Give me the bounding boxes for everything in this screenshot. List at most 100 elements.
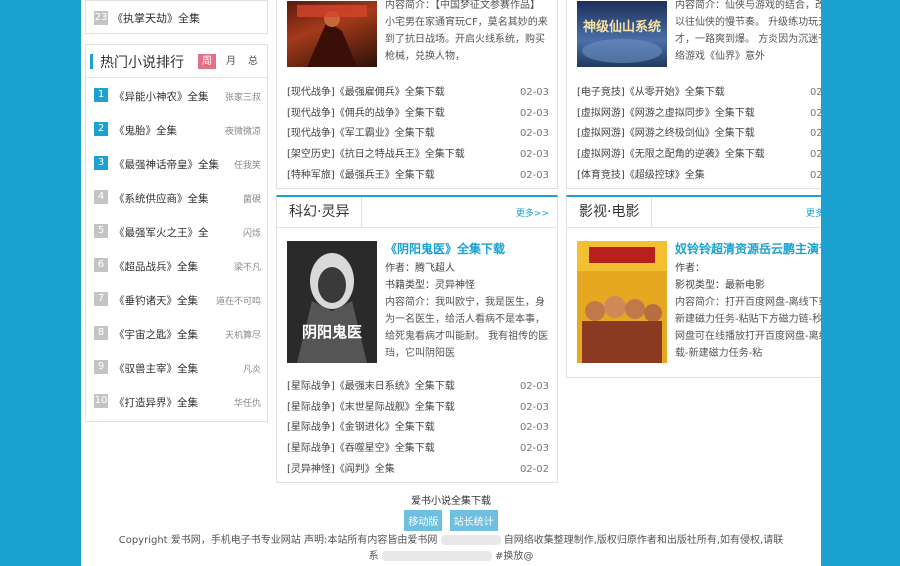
list-item-title[interactable]: [虚拟网游]《无限之配角的逆袭》全集下载 xyxy=(577,149,765,160)
book-cover-game[interactable]: 神级仙山系统 xyxy=(577,1,667,67)
rank-number: 9 xyxy=(94,360,108,374)
tab-scifi[interactable]: 科幻·灵异 xyxy=(277,197,363,227)
rank-title[interactable]: 《宇宙之匙》全集 xyxy=(114,327,198,342)
ranking-item[interactable]: 10 《打造异界》全集 华任仇 xyxy=(86,391,267,413)
footer-copyright: Copyright 爱书网，手机电子书专业网站 声明:本站所有内容皆由爱书网 自… xyxy=(81,533,821,565)
cover-art: 阴阳鬼医 xyxy=(287,241,377,363)
book-title-link[interactable]: 《阴阳鬼医》全集下载 xyxy=(385,241,550,258)
list-item[interactable]: [虚拟网游]《网游之虚拟同步》全集下载 02-03 xyxy=(577,104,821,125)
rank-title[interactable]: 《最强军火之王》全 xyxy=(114,225,209,240)
cover-title-text: 神级仙山系统 xyxy=(583,19,661,35)
rank-title[interactable]: 《最强神话帝皇》全集 xyxy=(114,157,219,172)
list-item-title[interactable]: [特种军旅]《最强兵王》全集下载 xyxy=(287,170,435,181)
mobile-version-button[interactable]: 移动版 xyxy=(404,510,443,531)
book-author: 作者：腾飞超人 xyxy=(385,263,455,274)
list-item-title[interactable]: [现代战争]《最强雇佣兵》全集下载 xyxy=(287,87,445,98)
list-item[interactable]: [现代战争]《军工霸业》全集下载 02-03 xyxy=(287,124,549,145)
list-item-date: 02-03 xyxy=(519,149,549,161)
rank-title[interactable]: 《垂钓诸天》全集 xyxy=(114,293,198,308)
rank-title[interactable]: 《系统供应商》全集 xyxy=(114,191,209,206)
ranking-item[interactable]: 9 《驭兽主宰》全集 凡炎 xyxy=(86,357,267,379)
list-item-date: 02-03 xyxy=(519,381,549,392)
tab-month[interactable]: 月 xyxy=(222,54,240,69)
ranking-item[interactable]: 7 《垂钓诸天》全集 道在不可鸣 xyxy=(86,289,267,311)
page-content: 23 《执掌天劫》全集 热门小说排行 周 月 总 1 《异能小神农》全集 张家三… xyxy=(81,0,821,566)
list-item[interactable]: [体育竞技]《超级控球》全集 02-02 xyxy=(577,166,821,187)
list-item-title[interactable]: [现代战争]《佣兵的战争》全集下载 xyxy=(287,108,445,119)
list-item[interactable]: [星际战争]《最强末日系统》全集下载 02-03 xyxy=(287,377,549,398)
tab-film[interactable]: 影视·电影 xyxy=(567,197,653,227)
list-item-date: 02-03 xyxy=(809,149,821,161)
rank-title[interactable]: 《打造异界》全集 xyxy=(114,395,198,410)
rank-author: 菌硯 xyxy=(242,195,261,205)
list-item-title[interactable]: [星际战争]《金钢进化》全集下载 xyxy=(287,422,435,433)
list-item-date: 02-03 xyxy=(809,107,821,119)
rank-title[interactable]: 《驭兽主宰》全集 xyxy=(114,361,198,376)
book-list: [现代战争]《最强雇佣兵》全集下载 02-03 [现代战争]《佣兵的战争》全集下载… xyxy=(287,83,549,186)
list-item-title[interactable]: [灵异神怪]《阎判》全集 xyxy=(287,464,395,475)
list-item[interactable]: [电子竞技]《从零开始》全集下载 02-03 xyxy=(577,83,821,104)
footer-buttons: 移动版 站长统计 xyxy=(81,510,821,531)
list-item[interactable]: [星际战争]《金钢进化》全集下载 02-03 xyxy=(287,418,549,439)
tab-week[interactable]: 周 xyxy=(198,54,216,69)
tab-total[interactable]: 总 xyxy=(244,54,262,69)
list-item-title[interactable]: [虚拟网游]《网游之虚拟同步》全集下载 xyxy=(577,108,755,119)
book-info: 内容简介：【中国梦征文参赛作品】 小宅男在家通宵玩CF，莫名其妙的来到了抗日战场… xyxy=(385,0,550,65)
movie-poster[interactable] xyxy=(577,241,667,363)
list-item-title[interactable]: [体育竞技]《超级控球》全集 xyxy=(577,170,705,181)
list-item[interactable]: [现代战争]《最强雇佣兵》全集下载 02-03 xyxy=(287,83,549,104)
movie-title-link[interactable]: 奴铃铃超清资源岳云鹏主演音 xyxy=(675,241,821,258)
list-item[interactable]: [灵异神怪]《阎判》全集 02-02 xyxy=(287,460,549,481)
list-item-date: 02-03 xyxy=(519,169,549,181)
ranking-item[interactable]: 5 《最强军火之王》全 闪烁 xyxy=(86,221,267,243)
list-item[interactable]: [星际战争]《末世星际战舰》全集下载 02-03 xyxy=(287,398,549,419)
ranking-item[interactable]: 3 《最强神话帝皇》全集 任我笑 xyxy=(86,153,267,175)
poster-art xyxy=(577,241,667,363)
list-item[interactable]: [虚拟网游]《网游之终极剑仙》全集下载 02-03 xyxy=(577,124,821,145)
rank-title[interactable]: 《异能小神农》全集 xyxy=(114,89,209,104)
rank-author: 华任仇 xyxy=(233,399,261,409)
list-item-title[interactable]: [星际战争]《末世星际战舰》全集下载 xyxy=(287,402,455,413)
panel-game: 神级仙山系统 内容简介：仙侠与游戏的结合，改变以往仙侠的慢节奏。 升级练功玩天才… xyxy=(566,0,821,189)
list-item-date: 02-03 xyxy=(519,422,549,434)
rank-number: 2 xyxy=(94,122,108,136)
list-item-title[interactable]: [星际战争]《最强末日系统》全集下载 xyxy=(287,381,455,392)
list-item[interactable]: [架空历史]《抗日之特战兵王》全集下载 02-03 xyxy=(287,145,549,166)
list-item[interactable]: [特种军旅]《最强兵王》全集下载 02-03 xyxy=(287,166,549,187)
movie-type: 影视类型：最新电影 xyxy=(675,280,765,291)
ranking-item[interactable]: 2 《鬼胎》全集 夜微微凉 xyxy=(86,119,267,141)
book-cover-scifi[interactable]: 阴阳鬼医 xyxy=(287,241,377,363)
site-stats-button[interactable]: 站长统计 xyxy=(449,510,498,531)
book-cover-military[interactable] xyxy=(287,1,377,67)
list-item-date: 02-02 xyxy=(519,463,549,475)
panel-scifi: 科幻·灵异 更多>> 阴阳鬼医 《阴阳鬼医》全集下载 作者：腾飞超人 书籍类型：… xyxy=(276,195,558,483)
ranking-item[interactable]: 4 《系统供应商》全集 菌硯 xyxy=(86,187,267,209)
cover-art xyxy=(297,5,367,67)
rank-title[interactable]: 《鬼胎》全集 xyxy=(114,123,177,138)
list-item-date: 02-03 xyxy=(519,87,549,98)
list-item-title[interactable]: [现代战争]《军工霸业》全集下载 xyxy=(287,128,435,139)
rank-title-link[interactable]: 《执掌天劫》全集 xyxy=(112,10,200,26)
list-item-title[interactable]: [架空历史]《抗日之特战兵王》全集下载 xyxy=(287,149,465,160)
rank-number: 8 xyxy=(94,326,108,340)
list-item-title[interactable]: [星际战争]《吞噬星空》全集下载 xyxy=(287,443,435,454)
hot-novel-ranking: 热门小说排行 周 月 总 1 《异能小神农》全集 张家三叔 2 《鬼胎》全集 夜… xyxy=(85,44,268,422)
ranking-item[interactable]: 8 《宇宙之匙》全集 天机算尽 xyxy=(86,323,267,345)
redacted-blur xyxy=(440,535,501,545)
list-item-title[interactable]: [虚拟网游]《网游之终极剑仙》全集下载 xyxy=(577,128,755,139)
footer-site-name: 爱书小说全集下载 xyxy=(411,496,491,507)
rank-title[interactable]: 《超品战兵》全集 xyxy=(114,259,198,274)
list-item[interactable]: [现代战争]《佣兵的战争》全集下载 02-03 xyxy=(287,104,549,125)
ranking-item[interactable]: 1 《异能小神农》全集 张家三叔 xyxy=(86,85,267,107)
copyright-text-b: 自网络收集整理制作,版权归原作者和出版社所有,如有侵权,请联 xyxy=(503,535,784,546)
list-item[interactable]: [星际战争]《吞噬星空》全集下载 02-03 xyxy=(287,439,549,460)
ranking-item[interactable]: 6 《超品战兵》全集 梁不凡 xyxy=(86,255,267,277)
more-link[interactable]: 更多>> xyxy=(516,206,549,219)
list-item-title[interactable]: [电子竞技]《从零开始》全集下载 xyxy=(577,87,725,98)
book-type: 书籍类型：灵异神怪 xyxy=(385,280,475,291)
list-item[interactable]: [虚拟网游]《无限之配角的逆袭》全集下载 02-03 xyxy=(577,145,821,166)
rank-number: 4 xyxy=(94,190,108,204)
rank-author: 道在不可鸣 xyxy=(215,297,261,307)
more-link[interactable]: 更多>> xyxy=(806,206,821,219)
rank-author: 天机算尽 xyxy=(224,331,261,341)
